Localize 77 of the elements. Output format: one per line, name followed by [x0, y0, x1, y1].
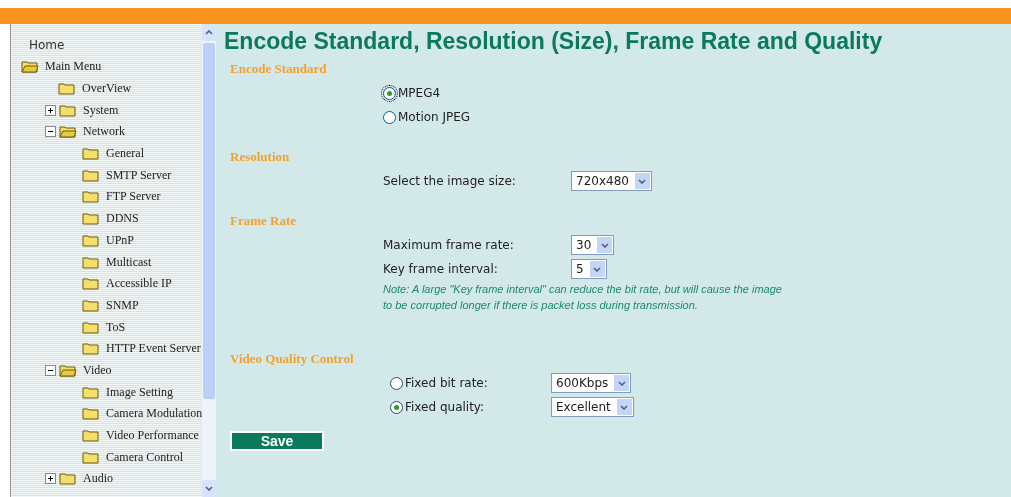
dropdown[interactable]: 600Kbps: [551, 373, 632, 393]
field-label: Select the image size:: [383, 174, 517, 188]
dropdown[interactable]: 720x480: [571, 171, 652, 191]
folder-icon: [82, 298, 100, 312]
folder-icon: [82, 233, 100, 247]
tree-item[interactable]: Video Performance: [106, 428, 199, 444]
tree-item[interactable]: SMTP Server: [106, 167, 172, 183]
tree-item[interactable]: Accessible IP: [106, 276, 172, 292]
folder-icon: [58, 82, 76, 96]
tree-item[interactable]: Audio: [83, 471, 113, 487]
open-folder-icon: [59, 363, 77, 377]
collapse-toggle[interactable]: [45, 364, 56, 376]
section-heading: Frame Rate: [230, 213, 298, 230]
tree-item[interactable]: Network: [83, 124, 125, 140]
field-label: Key frame interval:: [383, 262, 499, 276]
chevron-down-icon: [638, 178, 647, 184]
chevron-down-icon: [205, 486, 214, 491]
chevron-up-icon: [205, 30, 214, 35]
folder-icon: [82, 320, 100, 334]
radio-label: Fixed quality:: [405, 400, 486, 414]
save-button[interactable]: Save: [230, 431, 324, 451]
folder-icon: [82, 342, 100, 356]
tree-item[interactable]: FTP Server: [106, 189, 161, 205]
folder-icon: [82, 255, 100, 269]
folder-icon: [82, 429, 100, 443]
folder-icon: [59, 103, 77, 117]
chevron-down-icon: [620, 404, 629, 410]
tree-item[interactable]: OverView: [82, 81, 132, 97]
radio-label: Fixed bit rate:: [405, 376, 489, 390]
chevron-down-icon: [600, 242, 609, 248]
tree-item[interactable]: ToS: [106, 319, 126, 335]
radio-button[interactable]: [390, 400, 403, 414]
expand-toggle[interactable]: [45, 104, 56, 116]
section-heading: Encode Standard: [230, 61, 328, 78]
folder-icon: [59, 472, 77, 486]
folder-icon: [82, 407, 100, 421]
section-heading: Resolution: [230, 149, 291, 166]
folder-icon: [82, 277, 100, 291]
open-folder-icon: [59, 125, 77, 139]
tree-item[interactable]: Main Menu: [45, 59, 102, 75]
collapse-toggle[interactable]: [45, 126, 56, 138]
folder-icon: [82, 168, 100, 182]
tree-item[interactable]: Image Setting: [106, 384, 173, 400]
dropdown[interactable]: Excellent: [551, 397, 634, 417]
page-title: Encode Standard, Resolution (Size), Frame Rate and Quality: [224, 28, 884, 55]
plus-icon: [47, 475, 54, 483]
field-label: Maximum frame rate:: [383, 238, 515, 252]
folder-icon: [82, 385, 100, 399]
radio-button[interactable]: [383, 86, 396, 100]
radio-label: MPEG4: [398, 86, 441, 100]
tree-item[interactable]: HTTP Event Server: [106, 341, 201, 357]
tree-item[interactable]: UPnP: [106, 232, 134, 248]
tree-item[interactable]: Camera Modulation: [106, 406, 203, 422]
tree-item[interactable]: SNMP: [106, 297, 139, 313]
radio-button[interactable]: [383, 110, 396, 124]
chevron-down-icon: [593, 266, 602, 272]
note-text: Note: A large "Key frame interval" can reduce the bit rate, but will cause the image to be corrupted longer if there is packet loss during transmission.: [382, 282, 783, 313]
dropdown[interactable]: 5: [571, 259, 607, 279]
folder-icon: [82, 190, 100, 204]
section-heading: Video Quality Control: [230, 351, 355, 368]
radio-button[interactable]: [390, 376, 403, 390]
radio-label: Motion JPEG: [398, 110, 471, 124]
folder-icon: [82, 450, 100, 464]
dropdown[interactable]: 30: [571, 235, 615, 255]
folder-icon: [82, 212, 100, 226]
tree-item[interactable]: DDNS: [106, 211, 139, 227]
expand-toggle[interactable]: [45, 473, 56, 485]
chevron-down-icon: [617, 380, 626, 386]
tree-item[interactable]: Multicast: [106, 254, 152, 270]
scrollbar[interactable]: [202, 24, 216, 497]
tree-item[interactable]: Video: [83, 362, 112, 378]
tree-item[interactable]: Camera Control: [106, 449, 183, 465]
tree-item[interactable]: System: [83, 102, 119, 118]
tree-item[interactable]: General: [106, 146, 144, 162]
home-link[interactable]: Home: [29, 34, 203, 56]
plus-icon: [47, 106, 54, 114]
folder-icon: [82, 147, 100, 161]
